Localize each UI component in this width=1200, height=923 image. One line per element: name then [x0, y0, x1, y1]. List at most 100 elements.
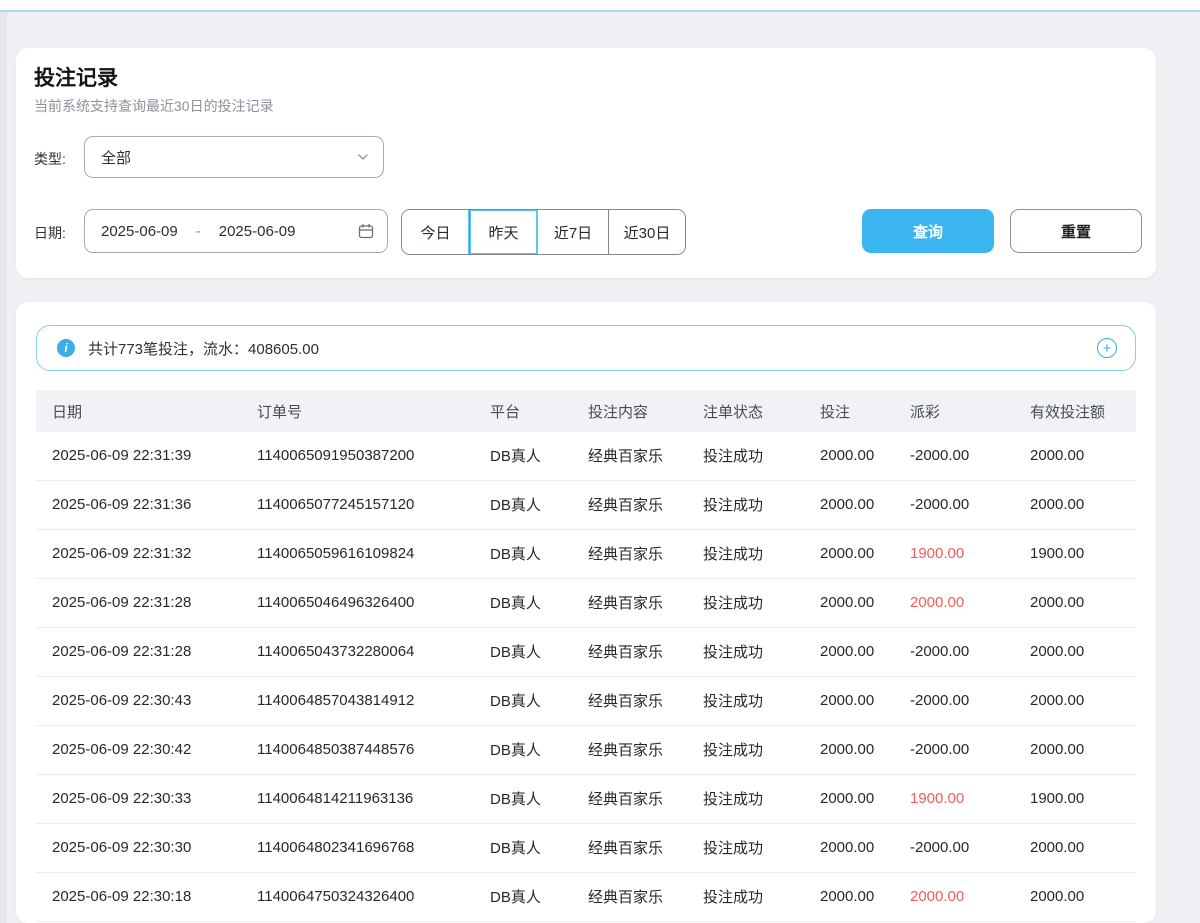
cell-bet: 2000.00 [820, 873, 874, 920]
cell-order: 1140065046496326400 [257, 579, 414, 626]
cell-content: 经典百家乐 [588, 432, 663, 479]
expand-plus-icon[interactable]: + [1097, 338, 1117, 358]
cell-payout: -2000.00 [910, 677, 969, 724]
cell-payout: 2000.00 [910, 579, 964, 626]
reset-button[interactable]: 重置 [1010, 209, 1142, 253]
cell-content: 经典百家乐 [588, 873, 663, 920]
cell-status: 投注成功 [703, 726, 763, 773]
cell-status: 投注成功 [703, 677, 763, 724]
cell-payout: -2000.00 [910, 628, 969, 675]
cell-status: 投注成功 [703, 579, 763, 626]
results-card: i 共计773笔投注，流水：408605.00 + 日期订单号平台投注内容注单状… [16, 302, 1156, 923]
cell-order: 1140065043732280064 [257, 628, 414, 675]
cell-valid: 2000.00 [1030, 481, 1084, 528]
cell-platform: DB真人 [490, 775, 541, 822]
table-row: 2025-06-09 22:31:28 1140065043732280064 DB… [36, 628, 1136, 677]
cell-payout: -2000.00 [910, 481, 969, 528]
quick-range-button-1[interactable]: 今日 [402, 210, 469, 254]
cell-valid: 2000.00 [1030, 628, 1084, 675]
cell-payout: 1900.00 [910, 530, 964, 577]
cell-order: 1140064857043814912 [257, 677, 414, 724]
cell-payout: 1900.00 [910, 775, 964, 822]
cell-order: 1140065059616109824 [257, 530, 414, 577]
cell-valid: 2000.00 [1030, 432, 1084, 479]
type-label: 类型: [34, 149, 66, 169]
cell-valid: 2000.00 [1030, 873, 1084, 920]
cell-platform: DB真人 [490, 824, 541, 871]
type-select[interactable]: 全部 [84, 136, 384, 178]
top-white-strip [0, 0, 1200, 10]
calendar-icon [358, 223, 374, 239]
cell-bet: 2000.00 [820, 726, 874, 773]
search-button[interactable]: 查询 [862, 209, 994, 253]
cell-content: 经典百家乐 [588, 726, 663, 773]
cell-platform: DB真人 [490, 628, 541, 675]
cell-order: 1140064750324326400 [257, 873, 414, 920]
cell-status: 投注成功 [703, 775, 763, 822]
cell-bet: 2000.00 [820, 677, 874, 724]
cell-date: 2025-06-09 22:31:28 [52, 579, 191, 626]
cell-content: 经典百家乐 [588, 775, 663, 822]
cell-order: 1140065091950387200 [257, 432, 414, 479]
cell-payout: -2000.00 [910, 432, 969, 479]
quick-range-button-2[interactable]: 昨天 [469, 210, 537, 254]
cell-order: 1140065077245157120 [257, 481, 414, 528]
top-accent-line [0, 10, 1200, 12]
cell-status: 投注成功 [703, 530, 763, 577]
column-header-2: 订单号 [257, 390, 302, 432]
cell-date: 2025-06-09 22:30:33 [52, 775, 191, 822]
date-range-input[interactable]: 2025-06-09 - 2025-06-09 [84, 209, 388, 253]
table-header-row: 日期订单号平台投注内容注单状态投注派彩有效投注额 [36, 390, 1136, 432]
column-header-7: 派彩 [910, 390, 940, 432]
cell-valid: 2000.00 [1030, 726, 1084, 773]
info-icon: i [57, 339, 75, 357]
table-row: 2025-06-09 22:31:36 1140065077245157120 DB… [36, 481, 1136, 530]
cell-bet: 2000.00 [820, 481, 874, 528]
column-header-6: 投注 [820, 390, 850, 432]
table-body: 2025-06-09 22:31:39 1140065091950387200 DB… [36, 432, 1136, 922]
column-header-1: 日期 [52, 390, 82, 432]
cell-content: 经典百家乐 [588, 481, 663, 528]
cell-date: 2025-06-09 22:30:42 [52, 726, 191, 773]
quick-range-group: 今日昨天近7日近30日 [401, 209, 686, 255]
cell-content: 经典百家乐 [588, 579, 663, 626]
table-row: 2025-06-09 22:30:431140064857043814912DB… [36, 677, 1136, 726]
date-label: 日期: [34, 223, 66, 243]
cell-bet: 2000.00 [820, 628, 874, 675]
quick-range-button-4[interactable]: 近30日 [608, 210, 685, 254]
cell-valid: 1900.00 [1030, 530, 1084, 577]
cell-content: 经典百家乐 [588, 628, 663, 675]
cell-valid: 2000.00 [1030, 824, 1084, 871]
cell-date: 2025-06-09 22:31:36 [52, 481, 191, 528]
column-header-5: 注单状态 [703, 390, 763, 432]
cell-platform: DB真人 [490, 481, 541, 528]
cell-date: 2025-06-09 22:31:39 [52, 432, 191, 479]
cell-valid: 2000.00 [1030, 677, 1084, 724]
cell-platform: DB真人 [490, 873, 541, 920]
cell-payout: -2000.00 [910, 824, 969, 871]
cell-order: 1140064850387448576 [257, 726, 414, 773]
filter-card: 投注记录 当前系统支持查询最近30日的投注记录 类型: 全部 日期: 2025-… [16, 48, 1156, 278]
cell-status: 投注成功 [703, 824, 763, 871]
column-header-3: 平台 [490, 390, 520, 432]
cell-order: 1140064802341696768 [257, 824, 414, 871]
cell-bet: 2000.00 [820, 432, 874, 479]
cell-status: 投注成功 [703, 481, 763, 528]
quick-range-button-3[interactable]: 近7日 [537, 210, 608, 254]
table-row: 2025-06-09 22:30:331140064814211963136DB… [36, 775, 1136, 824]
date-separator: - [196, 223, 201, 240]
table-row: 2025-06-09 22:30:301140064802341696768DB… [36, 824, 1136, 873]
cell-date: 2025-06-09 22:31:28 [52, 628, 191, 675]
table-row: 2025-06-09 22:30:421140064850387448576DB… [36, 726, 1136, 775]
cell-platform: DB真人 [490, 530, 541, 577]
cell-bet: 2000.00 [820, 824, 874, 871]
cell-date: 2025-06-09 22:31:32 [52, 530, 191, 577]
cell-date: 2025-06-09 22:30:18 [52, 873, 191, 920]
summary-alert: i 共计773笔投注，流水：408605.00 + [36, 325, 1136, 371]
cell-valid: 2000.00 [1030, 579, 1084, 626]
cell-content: 经典百家乐 [588, 677, 663, 724]
date-start-value: 2025-06-09 [101, 223, 178, 240]
cell-content: 经典百家乐 [588, 530, 663, 577]
cell-bet: 2000.00 [820, 530, 874, 577]
cell-platform: DB真人 [490, 579, 541, 626]
